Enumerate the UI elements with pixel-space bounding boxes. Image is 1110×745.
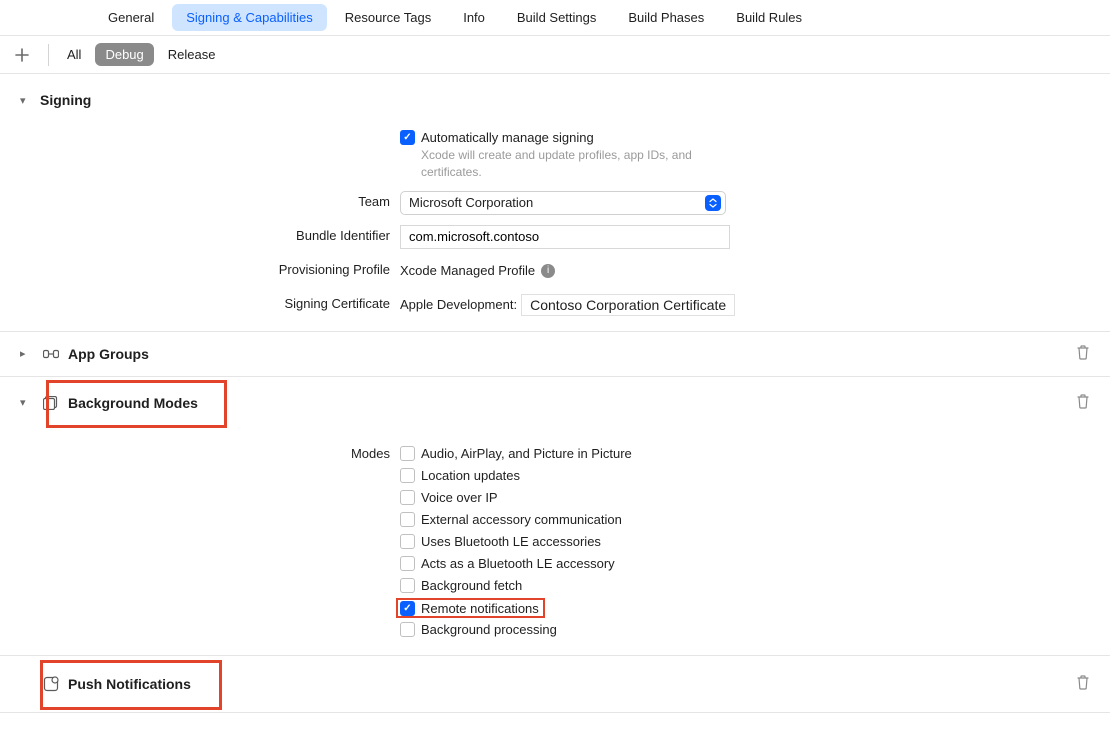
mode-label: Remote notifications [421,601,539,616]
auto-manage-signing-checkbox[interactable]: ✓ [400,130,415,145]
section-app-groups: ▸ App Groups [0,332,1110,377]
chevron-down-icon[interactable]: ▾ [20,94,34,107]
bundle-id-label: Bundle Identifier [20,225,400,243]
background-modes-title: Background Modes [68,395,198,411]
tab-build-rules[interactable]: Build Rules [722,4,816,31]
mode-label: Uses Bluetooth LE accessories [421,534,601,549]
trash-icon [1076,344,1090,360]
section-push-notifications: ▾ Push Notifications [0,656,1110,713]
modes-label: Modes [20,443,400,461]
mode-label: Location updates [421,468,520,483]
mode-item: ✓ Remote notifications [400,597,632,619]
mode-label: Audio, AirPlay, and Picture in Picture [421,446,632,461]
trash-icon [1076,393,1090,409]
app-groups-title: App Groups [68,346,149,362]
bundle-id-input[interactable] [400,225,730,249]
mode-checkbox[interactable] [400,512,415,527]
mode-checkbox[interactable] [400,446,415,461]
tab-resource-tags[interactable]: Resource Tags [331,4,445,31]
mode-label: External accessory communication [421,512,622,527]
mode-item: Location updates [400,465,632,487]
mode-label: Background processing [421,622,557,637]
mode-checkbox[interactable]: ✓ [400,601,415,616]
provisioning-profile-label: Provisioning Profile [20,259,400,277]
push-notifications-icon [40,676,62,692]
signing-title: Signing [40,92,91,108]
info-icon[interactable]: i [541,264,555,278]
capability-toolbar: All Debug Release [0,36,1110,74]
team-select[interactable]: Microsoft Corporation [400,191,726,215]
mode-checkbox[interactable] [400,490,415,505]
select-arrows-icon [705,195,721,211]
auto-manage-signing-label: Automatically manage signing [421,130,594,145]
filter-debug[interactable]: Debug [95,43,153,66]
push-notifications-title: Push Notifications [68,676,191,692]
separator [48,44,49,66]
modes-list: Audio, AirPlay, and Picture in Picture Lo… [400,443,632,641]
mode-checkbox[interactable] [400,578,415,593]
delete-push-notifications-button[interactable] [1076,674,1090,693]
filter-release[interactable]: Release [158,43,226,66]
editor-tabs: General Signing & Capabilities Resource … [0,0,1110,36]
mode-item: Background fetch [400,575,632,597]
section-background-modes: ▾ Background Modes Modes Audio, AirPlay,… [0,377,1110,656]
app-groups-icon [40,349,62,359]
delete-background-modes-button[interactable] [1076,393,1090,412]
mode-item: Voice over IP [400,487,632,509]
auto-manage-signing-help: Xcode will create and update profiles, a… [421,147,721,181]
mode-checkbox[interactable] [400,556,415,571]
provisioning-profile-value: Xcode Managed Profile [400,263,535,278]
trash-icon [1076,674,1090,690]
mode-checkbox[interactable] [400,468,415,483]
mode-item: Background processing [400,619,632,641]
signing-certificate-label: Signing Certificate [20,293,400,311]
mode-checkbox[interactable] [400,534,415,549]
mode-item: Audio, AirPlay, and Picture in Picture [400,443,632,465]
signing-certificate-value: Contoso Corporation Certificate [521,294,735,316]
mode-label: Background fetch [421,578,522,593]
filter-all[interactable]: All [57,43,91,66]
tab-signing-capabilities[interactable]: Signing & Capabilities [172,4,326,31]
tab-general[interactable]: General [94,4,168,31]
tab-build-phases[interactable]: Build Phases [614,4,718,31]
team-label: Team [20,191,400,209]
section-signing: ▾ Signing ✓ Automatically manage signing… [0,74,1110,332]
mode-label: Voice over IP [421,490,498,505]
mode-checkbox[interactable] [400,622,415,637]
highlight-remote-notifications: ✓ Remote notifications [396,598,545,618]
chevron-right-icon[interactable]: ▸ [20,347,34,360]
team-value: Microsoft Corporation [409,195,705,210]
mode-label: Acts as a Bluetooth LE accessory [421,556,615,571]
add-capability-button[interactable] [12,45,32,65]
mode-item: Acts as a Bluetooth LE accessory [400,553,632,575]
mode-item: External accessory communication [400,509,632,531]
signing-certificate-prefix: Apple Development: [400,297,517,312]
delete-app-groups-button[interactable] [1076,344,1090,363]
chevron-down-icon[interactable]: ▾ [20,396,34,409]
background-modes-icon [40,396,62,410]
mode-item: Uses Bluetooth LE accessories [400,531,632,553]
tab-info[interactable]: Info [449,4,499,31]
tab-build-settings[interactable]: Build Settings [503,4,611,31]
plus-icon [15,48,29,62]
